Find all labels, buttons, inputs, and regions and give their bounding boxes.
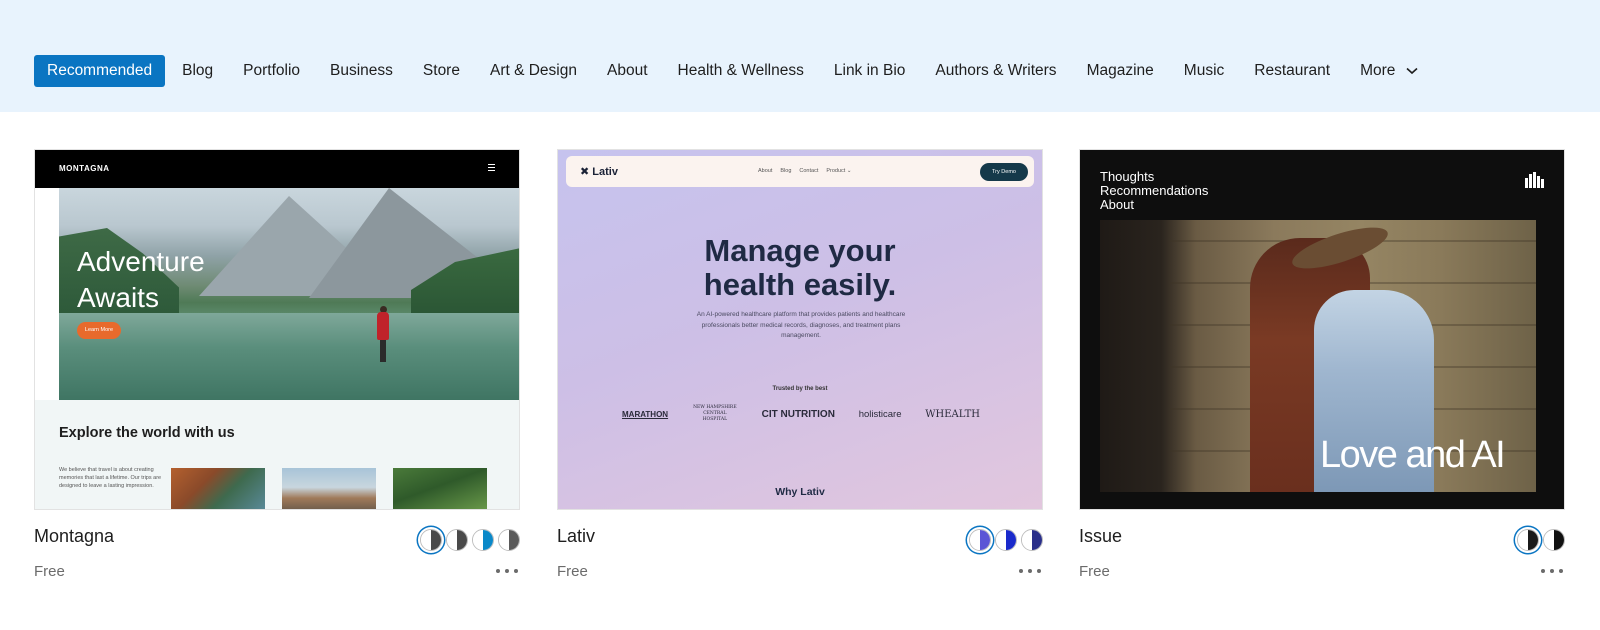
style-variations: [969, 529, 1043, 551]
style-variation-swatch[interactable]: [995, 529, 1017, 551]
more-options-icon[interactable]: [496, 567, 518, 575]
preview-brand-logos: MARATHON NEW HAMPSHIRE CENTRAL HOSPITAL …: [622, 405, 980, 422]
style-variation-swatch[interactable]: [969, 529, 991, 551]
theme-preview-issue[interactable]: Thoughts Recommendations About Love and …: [1079, 149, 1565, 510]
category-tab-recommended[interactable]: Recommended: [34, 55, 166, 87]
more-label: More: [1360, 62, 1396, 80]
category-tab-restaurant[interactable]: Restaurant: [1239, 55, 1345, 87]
theme-price: Free: [34, 563, 65, 580]
category-tab-music[interactable]: Music: [1169, 55, 1239, 87]
style-variations: [420, 529, 520, 551]
theme-price: Free: [557, 563, 588, 580]
preview-brand: MONTAGNA: [59, 164, 110, 173]
category-tab-portfolio[interactable]: Portfolio: [228, 55, 315, 87]
preview-menu: Thoughts Recommendations About: [1100, 169, 1209, 212]
preview-brand: ✖ Lativ: [580, 166, 618, 178]
preview-hero-title: Adventure Awaits: [77, 246, 205, 313]
theme-name[interactable]: Lativ: [557, 526, 595, 547]
preview-photo: [171, 468, 265, 509]
category-tab-link-in-bio[interactable]: Link in Bio: [819, 55, 921, 87]
category-tab-authors-writers[interactable]: Authors & Writers: [920, 55, 1071, 87]
preview-cta-button: Try Demo: [980, 163, 1028, 181]
more-options-icon[interactable]: [1019, 567, 1041, 575]
preview-header: ✖ Lativ About Blog Contact Product ⌄ Try…: [566, 156, 1034, 187]
chevron-down-icon: [1406, 55, 1418, 87]
preview-hero-title: Love and AI: [1320, 434, 1506, 476]
style-variation-swatch[interactable]: [1021, 529, 1043, 551]
category-tab-blog[interactable]: Blog: [167, 55, 228, 87]
preview-photo: [393, 468, 487, 509]
logo-icon: ✖: [580, 166, 590, 178]
preview-section-title: Why Lativ: [775, 486, 825, 498]
category-tab-art-design[interactable]: Art & Design: [475, 55, 592, 87]
category-tab-health-wellness[interactable]: Health & Wellness: [663, 55, 819, 87]
category-tab-about[interactable]: About: [592, 55, 663, 87]
preview-paragraph: An AI-powered healthcare platform that p…: [696, 311, 906, 339]
theme-price: Free: [1079, 563, 1110, 580]
preview-hero-button: Learn More: [77, 322, 121, 339]
theme-card-lativ: ✖ Lativ About Blog Contact Product ⌄ Try…: [557, 149, 1043, 580]
style-variation-swatch[interactable]: [498, 529, 520, 551]
style-variations: [1517, 529, 1565, 551]
style-variation-swatch[interactable]: [472, 529, 494, 551]
category-bar: Recommended Blog Portfolio Business Stor…: [0, 0, 1600, 112]
style-variation-swatch[interactable]: [446, 529, 468, 551]
theme-preview-lativ[interactable]: ✖ Lativ About Blog Contact Product ⌄ Try…: [557, 149, 1043, 510]
category-tab-store[interactable]: Store: [408, 55, 475, 87]
more-options-icon[interactable]: [1541, 567, 1563, 575]
style-variation-swatch[interactable]: [1543, 529, 1565, 551]
preview-section-title: Explore the world with us: [59, 425, 235, 441]
preview-header: MONTAGNA: [35, 150, 519, 188]
bars-icon: [1525, 172, 1544, 188]
theme-name[interactable]: Montagna: [34, 526, 114, 547]
preview-photo: [282, 468, 376, 509]
preview-nav-links: About Blog Contact Product ⌄: [758, 168, 852, 174]
menu-icon: [488, 164, 495, 173]
style-variation-swatch[interactable]: [1517, 529, 1539, 551]
preview-section: Explore the world with us We believe tha…: [35, 400, 519, 509]
category-tab-business[interactable]: Business: [315, 55, 408, 87]
theme-card-issue: Thoughts Recommendations About Love and …: [1079, 149, 1565, 580]
theme-name[interactable]: Issue: [1079, 526, 1122, 547]
theme-preview-montagna[interactable]: MONTAGNA Adventure Awaits Learn More Exp…: [34, 149, 520, 510]
preview-paragraph: We believe that travel is about creating…: [59, 467, 162, 489]
preview-headline: Manage your health easily.: [703, 233, 897, 302]
style-variation-swatch[interactable]: [420, 529, 442, 551]
preview-trusted-label: Trusted by the best: [772, 386, 828, 392]
theme-card-montagna: MONTAGNA Adventure Awaits Learn More Exp…: [34, 149, 520, 580]
category-tab-magazine[interactable]: Magazine: [1072, 55, 1169, 87]
more-categories-dropdown[interactable]: More: [1345, 55, 1433, 87]
category-tabs: Recommended Blog Portfolio Business Stor…: [34, 55, 1433, 87]
hiker-figure: [377, 306, 389, 366]
